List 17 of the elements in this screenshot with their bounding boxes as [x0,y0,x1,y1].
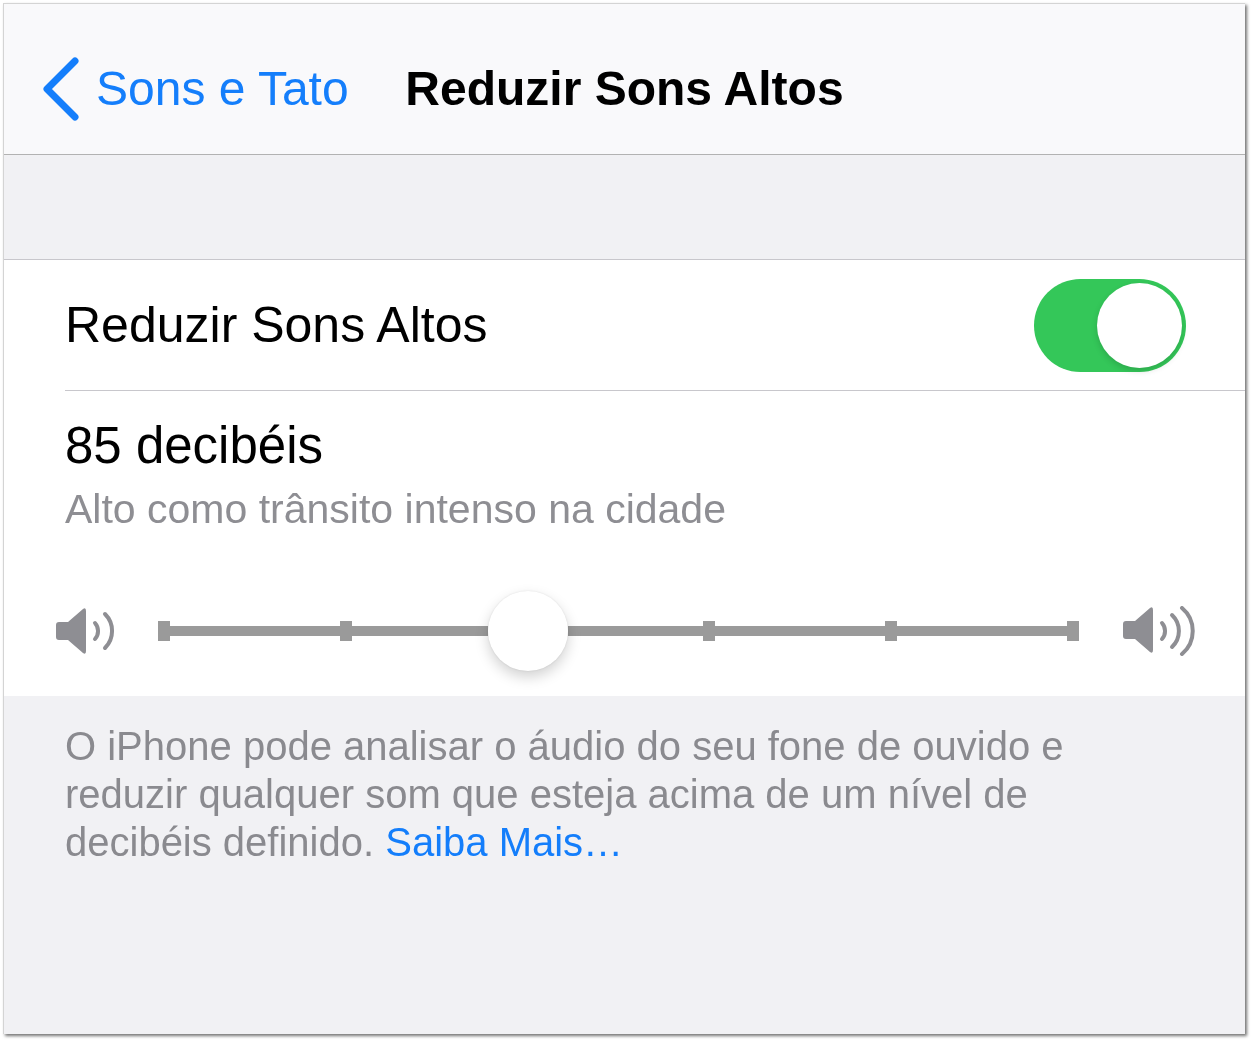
slider-track[interactable] [158,591,1079,671]
level-description: Alto como trânsito intenso na cidade [65,485,726,533]
slider-thumb[interactable] [487,591,568,671]
learn-more-link[interactable]: Saiba Mais… [385,820,624,864]
navigation-title: Reduzir Sons Altos [405,61,844,117]
tick-mark [703,621,716,641]
volume-low-icon [56,607,116,655]
decibel-value: 85 decibéis [65,416,323,476]
chevron-left-icon [42,57,80,121]
setting-label: Reduzir Sons Altos [65,296,488,355]
tick-mark [1067,621,1079,641]
volume-high-icon [1123,606,1195,656]
back-button[interactable]: Sons e Tato [42,57,349,121]
tick-mark [339,621,352,641]
tick-mark [885,621,898,641]
tick-mark [158,621,170,641]
footer-description: O iPhone pode analisar o áudio do seu fone de ouvido e reduzir qualquer som que esteja acima de um nível de decibéis definido. Saiba Mais… [65,723,1065,866]
